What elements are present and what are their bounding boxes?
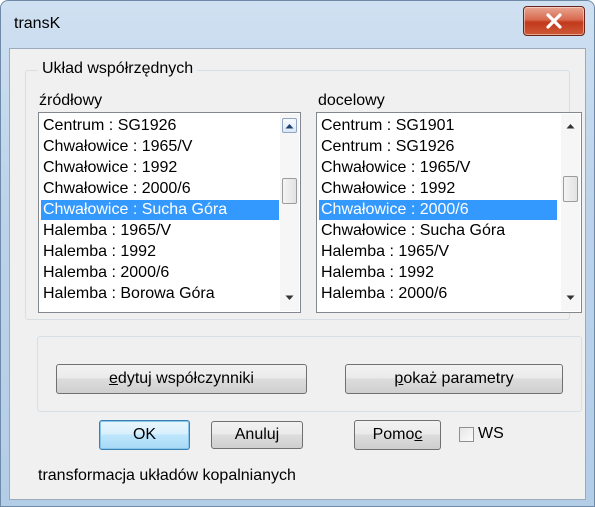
- list-item[interactable]: Halemba : 1965/V: [319, 242, 557, 262]
- chevron-down-icon: [285, 295, 294, 300]
- list-item[interactable]: Centrum : SG1926: [41, 116, 279, 136]
- list-item[interactable]: Chwałowice : 2000/6: [319, 200, 557, 220]
- target-listbox[interactable]: Centrum : SG1901 Centrum : SG1926 Chwałowi…: [316, 112, 582, 313]
- help-button[interactable]: Pomo c: [354, 420, 441, 450]
- close-icon: [546, 13, 562, 29]
- list-item[interactable]: Chwałowice : 2000/6: [41, 179, 279, 199]
- list-item[interactable]: Halemba : 2000/6: [319, 284, 557, 304]
- ok-label: OK: [132, 426, 157, 443]
- list-item[interactable]: Chwałowice : Sucha Góra: [319, 221, 557, 241]
- params-label-mnemonic: p: [394, 370, 404, 387]
- scroll-up-button[interactable]: [563, 118, 578, 133]
- list-item[interactable]: Chwałowice : 1965/V: [319, 158, 557, 178]
- chevron-up-icon: [285, 123, 294, 128]
- cancel-label: Anuluj: [234, 426, 280, 443]
- list-item[interactable]: Chwałowice : 1965/V: [41, 137, 279, 157]
- title-bar[interactable]: transK: [0, 0, 595, 48]
- cancel-button[interactable]: Anuluj: [211, 421, 303, 449]
- list-item[interactable]: Chwałowice : 1992: [41, 158, 279, 178]
- source-scrollbar[interactable]: [280, 114, 299, 311]
- scroll-thumb[interactable]: [282, 178, 297, 204]
- edit-label-mnemonic: e: [109, 370, 118, 387]
- ok-button[interactable]: OK: [99, 420, 190, 450]
- list-item[interactable]: Chwałowice : 1992: [319, 179, 557, 199]
- list-item[interactable]: Centrum : SG1926: [319, 137, 557, 157]
- source-listbox[interactable]: Centrum : SG1926 Chwałowice : 1965/V Chwał…: [38, 112, 301, 313]
- help-label-prefix: Pomo: [372, 426, 415, 443]
- show-parameters-button[interactable]: p okaż parametry: [345, 364, 563, 394]
- ws-label: WS: [478, 425, 504, 442]
- edit-label-rest: dytuj współczynniki: [117, 370, 254, 387]
- ws-checkbox[interactable]: [459, 427, 474, 442]
- target-scrollbar[interactable]: [561, 114, 580, 311]
- close-button[interactable]: [523, 6, 585, 36]
- params-label-rest: okaż parametry: [403, 370, 514, 387]
- list-item[interactable]: Halemba : 1992: [319, 263, 557, 283]
- window-title: transK: [14, 15, 61, 32]
- scroll-down-button[interactable]: [282, 290, 297, 305]
- source-label: źródłowy: [39, 92, 103, 109]
- status-text: transformacja układów kopalnianych: [38, 467, 296, 484]
- help-label-mnemonic: c: [414, 426, 423, 443]
- edit-coefficients-button[interactable]: e dytuj współczynniki: [56, 364, 307, 394]
- scroll-thumb[interactable]: [563, 176, 578, 202]
- group-title: Układ współrzędnych: [38, 60, 198, 78]
- target-label: docelowy: [318, 92, 385, 109]
- list-item[interactable]: Halemba : 1965/V: [41, 221, 279, 241]
- list-item[interactable]: Chwałowice : Sucha Góra: [41, 200, 279, 220]
- chevron-up-icon: [566, 123, 575, 128]
- list-item[interactable]: Halemba : Borowa Góra: [41, 284, 279, 304]
- list-item[interactable]: Centrum : SG1901: [319, 116, 557, 136]
- list-item[interactable]: Halemba : 2000/6: [41, 263, 279, 283]
- list-item[interactable]: Halemba : 1992: [41, 242, 279, 262]
- scroll-down-button[interactable]: [563, 290, 578, 305]
- scroll-up-button[interactable]: [282, 118, 297, 133]
- chevron-down-icon: [566, 295, 575, 300]
